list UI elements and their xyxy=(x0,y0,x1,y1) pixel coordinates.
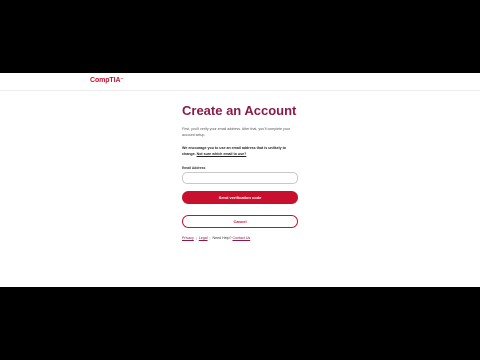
legal-link[interactable]: Legal xyxy=(199,236,208,240)
video-frame: CompTIA™ Create an Account First, you'll… xyxy=(0,0,480,360)
email-field[interactable] xyxy=(182,172,298,184)
browser-page: CompTIA™ Create an Account First, you'll… xyxy=(0,73,480,287)
page-title: Create an Account xyxy=(182,103,297,118)
email-label: Email Address xyxy=(182,166,206,170)
email-advice: We encourage you to use an email address… xyxy=(182,145,300,157)
comptia-logo[interactable]: CompTIA™ xyxy=(90,77,123,84)
site-header: CompTIA™ xyxy=(0,73,480,91)
privacy-link[interactable]: Privacy xyxy=(182,236,194,240)
logo-text: CompTIA xyxy=(90,77,121,84)
send-verification-button[interactable]: Send verification code xyxy=(182,191,298,204)
footer-links: Privacy | Legal | Need Help? Contact Us xyxy=(182,236,300,240)
cancel-button[interactable]: Cancel xyxy=(182,215,298,228)
need-help-text: Need Help? xyxy=(212,236,232,240)
footer-separator: | xyxy=(209,236,211,240)
footer-separator: | xyxy=(195,236,197,240)
create-account-form: Create an Account First, you'll verify y… xyxy=(182,103,300,240)
contact-us-link[interactable]: Contact Us xyxy=(232,236,250,240)
logo-trademark: ™ xyxy=(120,77,124,81)
email-help-link[interactable]: Not sure which email to use? xyxy=(197,152,247,156)
intro-text: First, you'll verify your email address.… xyxy=(182,127,291,137)
